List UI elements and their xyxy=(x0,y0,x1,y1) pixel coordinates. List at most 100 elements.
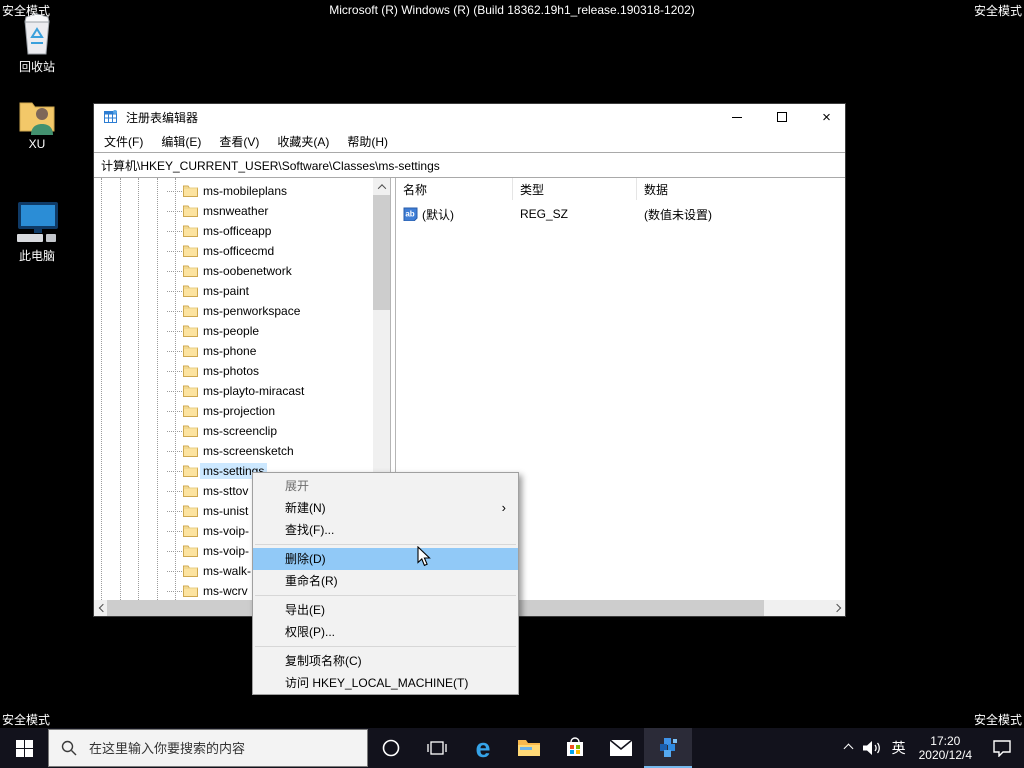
menu-bar-item-3[interactable]: 收藏夹(A) xyxy=(268,133,338,150)
taskbar-clock[interactable]: 17:20 2020/12/4 xyxy=(911,734,980,762)
tree-connector xyxy=(167,371,182,372)
mail-icon xyxy=(609,739,633,757)
computer-icon xyxy=(14,200,60,245)
context-menu-item-2[interactable]: 查找(F)... xyxy=(253,519,518,541)
value-rows: ab(默认)REG_SZ(数值未设置) xyxy=(396,204,845,224)
tree-item-label[interactable]: ms-playto-miracast xyxy=(200,383,307,399)
context-menu-item-8[interactable]: 权限(P)... xyxy=(253,621,518,643)
context-menu-item-7[interactable]: 导出(E) xyxy=(253,599,518,621)
tree-item-label[interactable]: ms-officeapp xyxy=(200,223,274,239)
menu-bar-item-2[interactable]: 查看(V) xyxy=(210,133,268,150)
folder-icon xyxy=(183,304,198,317)
tree-item-label[interactable]: ms-screenclip xyxy=(200,423,280,439)
tree-item-ms-playto-miracast[interactable]: ms-playto-miracast xyxy=(94,381,373,401)
tree-item-ms-oobenetwork[interactable]: ms-oobenetwork xyxy=(94,261,373,281)
scrollbar-thumb[interactable] xyxy=(373,195,390,310)
file-explorer-button[interactable] xyxy=(506,728,552,768)
taskbar-search-box[interactable] xyxy=(48,729,368,767)
desktop-icon-user-files-xu[interactable]: XU xyxy=(0,97,74,151)
column-header-type[interactable]: 类型 xyxy=(513,178,637,200)
folder-icon xyxy=(183,384,198,397)
desktop-icon-this-pc[interactable]: 此电脑 xyxy=(0,200,74,264)
context-menu-item-4[interactable]: 删除(D) xyxy=(253,548,518,570)
column-header-data[interactable]: 数据 xyxy=(637,178,845,200)
tree-item-label[interactable]: ms-phone xyxy=(200,343,259,359)
folder-icon xyxy=(183,464,198,477)
start-button[interactable] xyxy=(0,728,48,768)
close-button[interactable]: × xyxy=(804,104,849,130)
tree-item-ms-officeapp[interactable]: ms-officeapp xyxy=(94,221,373,241)
tree-item-ms-photos[interactable]: ms-photos xyxy=(94,361,373,381)
context-menu-item-11[interactable]: 访问 HKEY_LOCAL_MACHINE(T) xyxy=(253,672,518,694)
context-menu-item-5[interactable]: 重命名(R) xyxy=(253,570,518,592)
tree-item-msnweather[interactable]: msnweather xyxy=(94,201,373,221)
tree-item-label[interactable]: ms-walk- xyxy=(200,563,254,579)
tree-item-ms-screensketch[interactable]: ms-screensketch xyxy=(94,441,373,461)
scroll-right-button[interactable] xyxy=(828,600,845,616)
tree-item-label[interactable]: msnweather xyxy=(200,203,271,219)
desktop-icon-recycle-bin[interactable]: 回收站 xyxy=(0,13,74,75)
tree-item-label[interactable]: ms-voip- xyxy=(200,543,252,559)
folder-icon xyxy=(183,204,198,217)
tree-item-label[interactable]: ms-sttov xyxy=(200,483,251,499)
value-type-cell: REG_SZ xyxy=(513,207,637,221)
folder-icon xyxy=(183,184,198,197)
regedit-taskbar-button[interactable] xyxy=(644,728,692,768)
microsoft-store-button[interactable] xyxy=(552,728,598,768)
tree-connector xyxy=(167,391,182,392)
tree-item-ms-phone[interactable]: ms-phone xyxy=(94,341,373,361)
task-view-button[interactable] xyxy=(414,728,460,768)
tree-item-ms-people[interactable]: ms-people xyxy=(94,321,373,341)
menu-bar-item-1[interactable]: 编辑(E) xyxy=(152,133,210,150)
context-menu-item-1[interactable]: 新建(N)› xyxy=(253,497,518,519)
tree-item-label[interactable]: ms-oobenetwork xyxy=(200,263,295,279)
tree-connector xyxy=(167,291,182,292)
speaker-icon xyxy=(862,740,882,756)
title-bar[interactable]: 注册表编辑器 × xyxy=(94,104,845,130)
tree-item-label[interactable]: ms-mobileplans xyxy=(200,183,290,199)
menu-bar-item-0[interactable]: 文件(F) xyxy=(94,133,152,150)
tree-item-ms-penworkspace[interactable]: ms-penworkspace xyxy=(94,301,373,321)
action-center-button[interactable] xyxy=(980,728,1024,768)
address-bar[interactable]: 计算机\HKEY_CURRENT_USER\Software\Classes\m… xyxy=(94,152,845,178)
tree-item-label[interactable]: ms-paint xyxy=(200,283,252,299)
edge-button[interactable]: e xyxy=(460,728,506,768)
tree-item-ms-officecmd[interactable]: ms-officecmd xyxy=(94,241,373,261)
tree-item-label[interactable]: ms-photos xyxy=(200,363,262,379)
tree-item-ms-projection[interactable]: ms-projection xyxy=(94,401,373,421)
tree-item-ms-screenclip[interactable]: ms-screenclip xyxy=(94,421,373,441)
cortana-icon xyxy=(382,739,400,757)
minimize-button[interactable] xyxy=(714,104,759,130)
tree-item-label[interactable]: ms-unist xyxy=(200,503,251,519)
tree-item-label[interactable]: ms-wcrv xyxy=(200,583,251,599)
user-folder-icon xyxy=(16,97,58,135)
volume-button[interactable] xyxy=(857,728,887,768)
value-row[interactable]: ab(默认)REG_SZ(数值未设置) xyxy=(396,204,845,224)
tree-item-ms-paint[interactable]: ms-paint xyxy=(94,281,373,301)
folder-icon xyxy=(183,284,198,297)
folder-icon xyxy=(183,364,198,377)
tree-item-label[interactable]: ms-penworkspace xyxy=(200,303,303,319)
tree-item-label[interactable]: ms-officecmd xyxy=(200,243,277,259)
hidden-icons-button[interactable] xyxy=(840,728,857,768)
values-header-row: 名称 类型 数据 xyxy=(396,178,845,200)
language-indicator[interactable]: 英 xyxy=(887,728,911,768)
folder-icon xyxy=(183,504,198,517)
desktop: { "safe_mode_label": "安全模式", "top_banner… xyxy=(0,0,1024,768)
mail-button[interactable] xyxy=(598,728,644,768)
tree-item-label[interactable]: ms-projection xyxy=(200,403,278,419)
menu-bar-item-4[interactable]: 帮助(H) xyxy=(338,133,397,150)
tree-item-label[interactable]: ms-screensketch xyxy=(200,443,297,459)
column-header-name[interactable]: 名称 xyxy=(396,178,513,200)
tree-item-label[interactable]: ms-people xyxy=(200,323,262,339)
context-menu-item-10[interactable]: 复制项名称(C) xyxy=(253,650,518,672)
tree-item-ms-mobileplans[interactable]: ms-mobileplans xyxy=(94,181,373,201)
cortana-button[interactable] xyxy=(368,728,414,768)
search-input[interactable] xyxy=(89,741,339,756)
scroll-up-button[interactable] xyxy=(373,178,390,195)
value-name-cell[interactable]: ab(默认) xyxy=(396,206,513,223)
tree-item-label[interactable]: ms-voip- xyxy=(200,523,252,539)
store-icon xyxy=(564,737,586,759)
maximize-button[interactable] xyxy=(759,104,804,130)
folder-icon xyxy=(183,244,198,257)
